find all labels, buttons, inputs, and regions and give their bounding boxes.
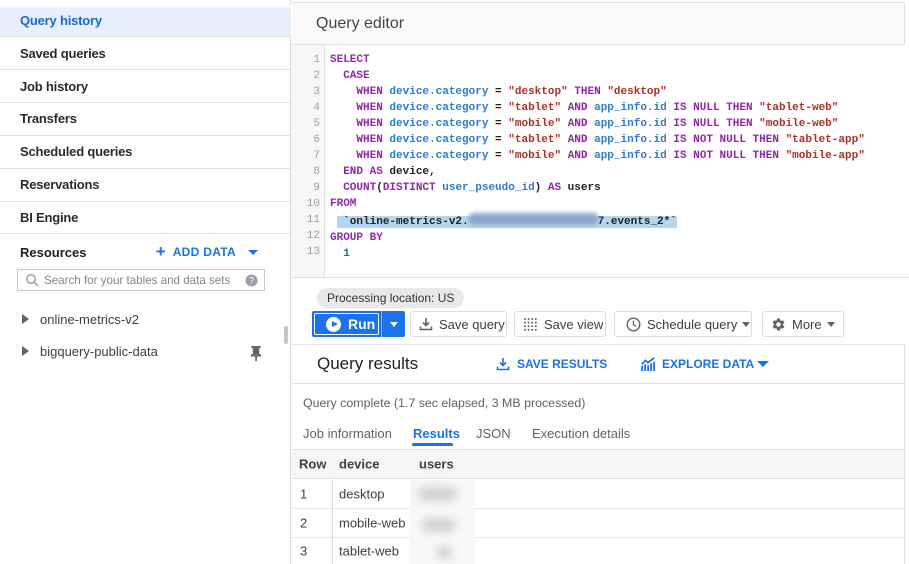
svg-text:?: ? [249,275,254,285]
